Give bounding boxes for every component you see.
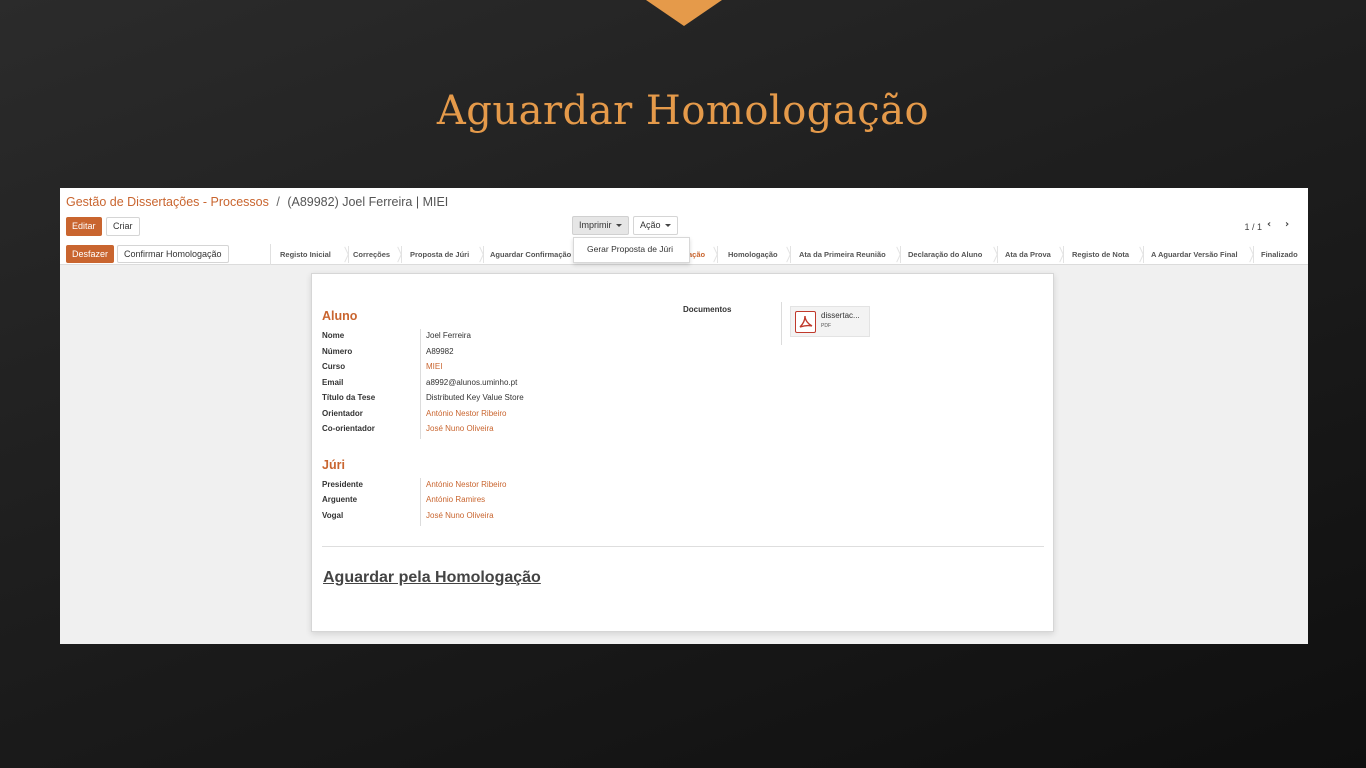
app-screenshot: Gestão de Dissertações - Processos / (A8…: [60, 188, 1308, 644]
print-dropdown-menu: Gerar Proposta de Júri: [573, 237, 690, 263]
field-value-presidente-link[interactable]: António Nestor Ribeiro: [426, 480, 506, 489]
field-label: Orientador: [322, 409, 363, 418]
action-dropdown-button[interactable]: Ação: [633, 216, 678, 235]
status-step[interactable]: Declaração do Aluno: [908, 244, 982, 265]
caret-down-icon: [664, 224, 671, 228]
field-divider: [420, 478, 421, 526]
divider: [322, 546, 1044, 547]
status-step[interactable]: A Aguardar Versão Final: [1151, 244, 1238, 265]
step-divider: [988, 246, 998, 263]
section-title-aluno: Aluno: [322, 309, 358, 323]
field-divider: [420, 329, 421, 439]
field-divider: [781, 302, 782, 345]
step-divider: [1244, 246, 1254, 263]
field-label: Vogal: [322, 511, 344, 520]
step-divider: [474, 246, 484, 263]
field-label: Email: [322, 378, 344, 387]
homologation-heading: Aguardar pela Homologação: [323, 569, 541, 586]
caret-down-icon: [615, 224, 622, 228]
document-type: PDF: [821, 323, 831, 329]
form-sheet: Aluno Nome Joel Ferreira Número A89982 C…: [311, 273, 1054, 632]
breadcrumb-separator: /: [276, 195, 280, 209]
field-label: Curso: [322, 362, 346, 371]
status-step[interactable]: Finalizado: [1261, 244, 1298, 265]
section-title-juri: Júri: [322, 458, 345, 472]
field-value-email: a8992@alunos.uminho.pt: [426, 378, 518, 387]
field-label: Co-orientador: [322, 424, 375, 433]
create-button[interactable]: Criar: [106, 217, 140, 236]
field-value-nome: Joel Ferreira: [426, 331, 471, 340]
step-divider: [339, 246, 349, 263]
status-step[interactable]: Correções: [353, 244, 390, 265]
print-dropdown-button[interactable]: Imprimir: [572, 216, 629, 235]
status-step-active[interactable]: ação: [688, 244, 705, 265]
pager-value: 1 / 1: [1244, 222, 1262, 232]
step-divider: [392, 246, 402, 263]
field-label: Nome: [322, 331, 345, 340]
status-steps: Registo Inicial Correções Proposta de Jú…: [270, 244, 1308, 265]
status-step[interactable]: Proposta de Júri: [410, 244, 469, 265]
edit-button[interactable]: Editar: [66, 217, 102, 236]
slide-decoration-triangle: [646, 0, 722, 26]
step-divider: [891, 246, 901, 263]
documents-label: Documentos: [683, 305, 732, 314]
step-divider: [1054, 246, 1064, 263]
field-label: Número: [322, 347, 353, 356]
print-label: Imprimir: [579, 220, 612, 230]
status-step[interactable]: Ata da Prova: [1005, 244, 1051, 265]
status-step[interactable]: Aguardar Confirmação: [490, 244, 571, 265]
field-value-arguente-link[interactable]: António Ramires: [426, 495, 485, 504]
step-divider: [781, 246, 791, 263]
document-name: dissertac...: [821, 311, 860, 320]
field-label: Presidente: [322, 480, 363, 489]
field-value-coorientador-link[interactable]: José Nuno Oliveira: [426, 424, 494, 433]
document-attachment[interactable]: dissertac... PDF: [790, 306, 870, 337]
status-step[interactable]: Homologação: [728, 244, 778, 265]
action-label: Ação: [640, 220, 661, 230]
pdf-icon: [795, 311, 816, 333]
pager-next-icon[interactable]: ›: [1285, 219, 1289, 230]
menu-item-generate-jury-proposal[interactable]: Gerar Proposta de Júri: [574, 238, 689, 254]
breadcrumb: Gestão de Dissertações - Processos / (A8…: [66, 195, 448, 209]
status-step[interactable]: Registo Inicial: [280, 244, 331, 265]
control-panel: Gestão de Dissertações - Processos / (A8…: [60, 188, 1308, 265]
field-value-vogal-link[interactable]: José Nuno Oliveira: [426, 511, 494, 520]
field-value-curso-link[interactable]: MIEI: [426, 362, 442, 371]
field-value-titulo-tese: Distributed Key Value Store: [426, 393, 524, 402]
field-label: Título da Tese: [322, 393, 376, 402]
field-value-orientador-link[interactable]: António Nestor Ribeiro: [426, 409, 506, 418]
breadcrumb-parent-link[interactable]: Gestão de Dissertações - Processos: [66, 195, 269, 209]
step-divider: [1134, 246, 1144, 263]
slide-title: Aguardar Homologação: [436, 88, 930, 134]
undo-button[interactable]: Desfazer: [66, 245, 115, 263]
field-value-numero: A89982: [426, 347, 454, 356]
pager-previous-icon[interactable]: ‹: [1267, 219, 1271, 230]
status-step[interactable]: Ata da Primeira Reunião: [799, 244, 886, 265]
status-step[interactable]: Registo de Nota: [1072, 244, 1129, 265]
step-divider: [708, 246, 718, 263]
confirm-homologation-button[interactable]: Confirmar Homologação: [117, 245, 229, 263]
breadcrumb-current: (A89982) Joel Ferreira | MIEI: [287, 195, 449, 209]
field-label: Arguente: [322, 495, 358, 504]
